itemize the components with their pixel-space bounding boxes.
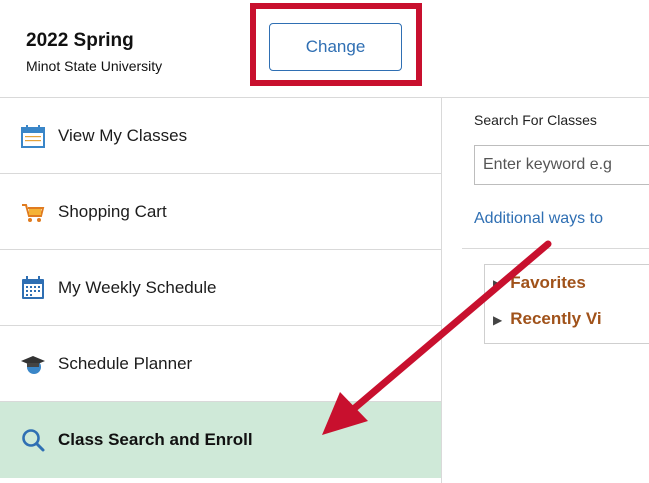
graduation-cap-icon bbox=[20, 351, 46, 377]
sidebar-item-label: Shopping Cart bbox=[58, 201, 167, 221]
sidebar-item-label: View My Classes bbox=[58, 125, 188, 145]
calendar-icon bbox=[20, 123, 46, 149]
recently-viewed-accordion[interactable]: ▶ Recently Vi bbox=[493, 309, 602, 329]
term-header: 2022 Spring Minot State University Chang… bbox=[0, 0, 649, 98]
shopping-cart-icon bbox=[20, 199, 46, 225]
term-title: 2022 Spring bbox=[26, 30, 134, 51]
sidebar-item-schedule-planner[interactable]: Schedule Planner bbox=[0, 326, 441, 402]
expand-triangle-icon: ▶ bbox=[493, 313, 503, 327]
sidebar-item-label: My Weekly Schedule bbox=[58, 277, 217, 297]
change-term-button[interactable]: Change bbox=[269, 23, 402, 71]
main-content: Search For Classes Additional ways to ▶ F… bbox=[462, 98, 649, 483]
institution-name: Minot State University bbox=[26, 58, 163, 74]
sidebar-item-my-weekly-schedule[interactable]: My Weekly Schedule bbox=[0, 250, 441, 326]
sidebar-item-label: Class Search and Enroll bbox=[58, 430, 253, 449]
additional-ways-link[interactable]: Additional ways to bbox=[474, 210, 603, 228]
sidebar-item-class-search-and-enroll[interactable]: Class Search and Enroll bbox=[0, 402, 441, 478]
search-icon bbox=[20, 427, 46, 453]
expand-triangle-icon: ▶ bbox=[493, 277, 503, 291]
sidebar-item-shopping-cart[interactable]: Shopping Cart bbox=[0, 174, 441, 250]
accordion-panel: ▶ Favorites ▶ Recently Vi bbox=[484, 264, 649, 344]
class-search-input[interactable] bbox=[474, 145, 649, 185]
sidebar-nav: View My Classes Shopping Cart My Weekly … bbox=[0, 98, 442, 483]
sidebar-item-label: Schedule Planner bbox=[58, 353, 193, 373]
recently-viewed-label: Recently Vi bbox=[510, 309, 602, 328]
weekly-calendar-icon bbox=[20, 275, 46, 301]
favorites-accordion[interactable]: ▶ Favorites bbox=[493, 273, 586, 293]
divider bbox=[462, 248, 649, 249]
favorites-label: Favorites bbox=[510, 273, 586, 292]
sidebar-item-view-my-classes[interactable]: View My Classes bbox=[0, 98, 441, 174]
search-for-classes-heading: Search For Classes bbox=[474, 112, 597, 128]
